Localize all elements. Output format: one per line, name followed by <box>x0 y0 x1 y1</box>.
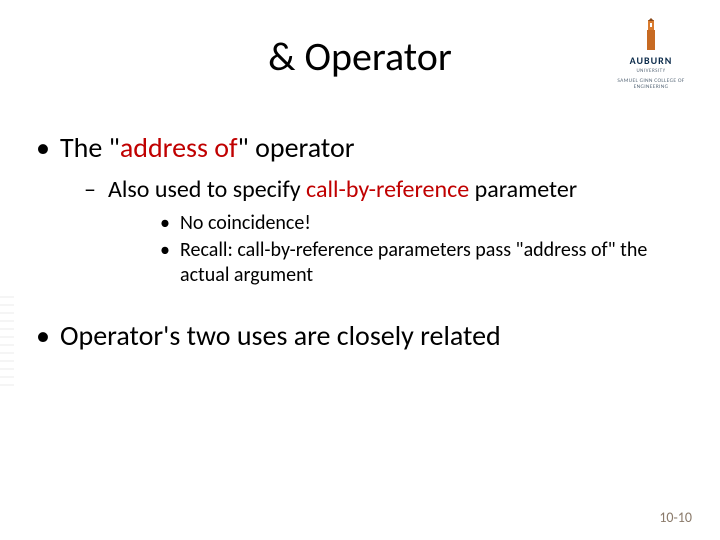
text-fragment: " operator <box>238 130 355 165</box>
bullet-level2: Also used to specify call-by-reference p… <box>60 175 684 288</box>
text-fragment-highlight: address of <box>120 130 238 165</box>
bullet-level1: The "address of" operator Also used to s… <box>36 130 684 288</box>
text-fragment: The " <box>60 130 120 165</box>
text-fragment: parameter <box>469 175 577 204</box>
text-fragment-highlight: call-by-reference <box>306 175 469 204</box>
logo-text-main: AUBURN <box>606 54 696 67</box>
page-number: 10-10 <box>659 509 692 526</box>
text-fragment: Also used to specify <box>108 175 306 204</box>
university-logo: AUBURN UNIVERSITY SAMUEL GINN COLLEGE OF… <box>606 18 696 90</box>
bullet-level3: No coincidence! <box>108 211 684 236</box>
slide: & Operator AUBURN UNIVERSITY SAMUEL GINN… <box>0 0 720 540</box>
decorative-bars <box>0 296 14 416</box>
logo-text-sub: UNIVERSITY <box>606 68 696 74</box>
bullet-level1: Operator's two uses are closely related <box>36 318 684 353</box>
logo-text-college: SAMUEL GINN COLLEGE OF ENGINEERING <box>606 78 696 90</box>
tower-icon <box>642 18 660 52</box>
bullet-level3: Recall: call-by-reference parameters pas… <box>108 238 684 288</box>
slide-body: The "address of" operator Also used to s… <box>36 130 684 365</box>
